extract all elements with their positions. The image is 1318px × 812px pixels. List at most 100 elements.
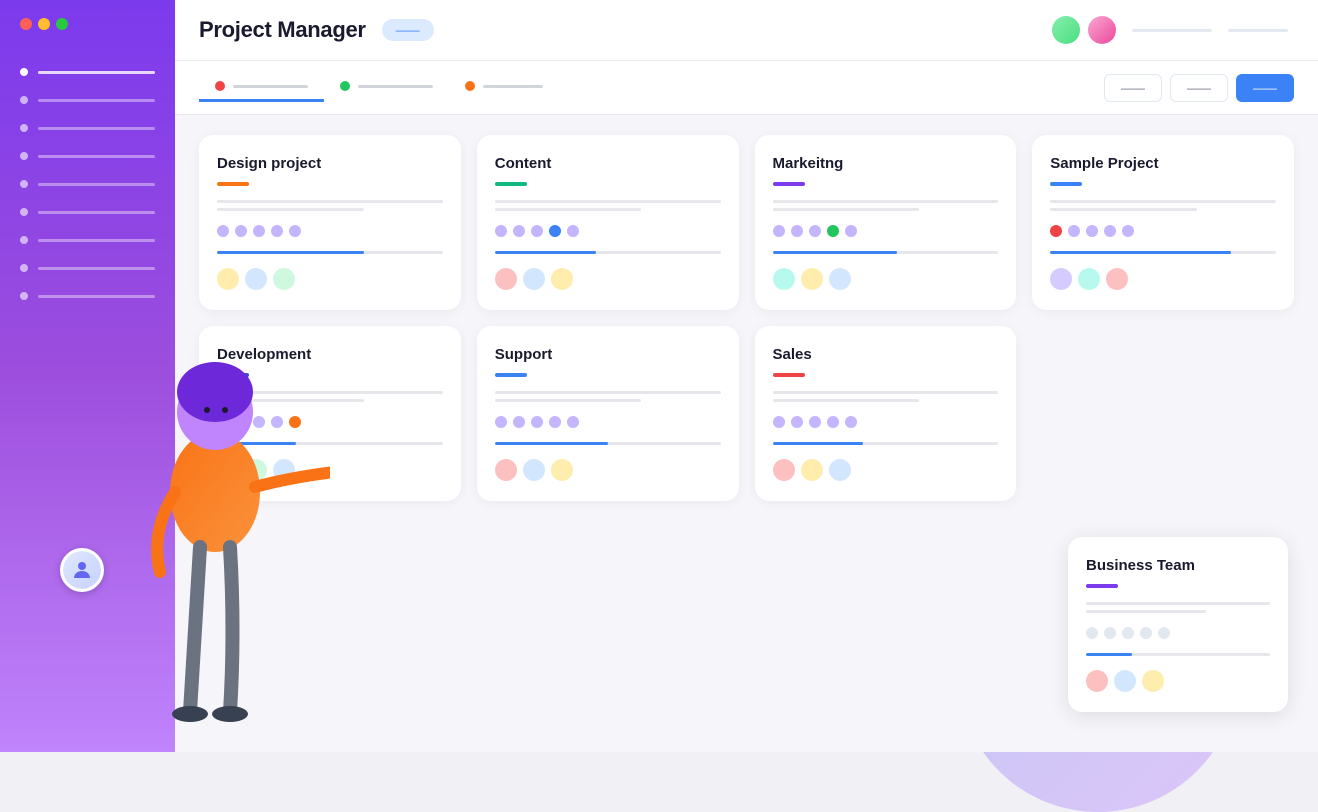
filter-tab-active[interactable]	[324, 73, 449, 102]
sidebar-item-4[interactable]	[0, 142, 175, 170]
member-dot	[809, 225, 821, 237]
card-accent	[1050, 182, 1082, 186]
text-line	[495, 208, 642, 211]
avatar-bubble	[1114, 670, 1136, 692]
member-dot	[845, 416, 857, 428]
card-title: Sales	[773, 346, 999, 363]
filter-button-3[interactable]: ——	[1236, 74, 1294, 102]
member-dot	[1140, 627, 1152, 639]
filter-dot-green	[340, 81, 350, 91]
nav-label-line	[38, 239, 155, 242]
member-dot	[791, 225, 803, 237]
user-avatar-2[interactable]	[1088, 16, 1116, 44]
sidebar-navigation	[0, 48, 175, 320]
text-line	[495, 399, 642, 402]
title-badge[interactable]: ——	[382, 19, 434, 41]
sidebar-item-2[interactable]	[0, 86, 175, 114]
filter-tab-completed[interactable]	[449, 73, 559, 102]
topbar-line	[1132, 29, 1212, 32]
member-dot	[217, 225, 229, 237]
card-members	[1050, 225, 1276, 237]
filter-button-2[interactable]: ——	[1170, 74, 1228, 102]
text-line	[1086, 610, 1206, 613]
progress-bar	[773, 251, 999, 254]
filter-label-2	[358, 85, 433, 88]
project-card-sample[interactable]: Sample Project	[1032, 135, 1294, 310]
text-line	[773, 208, 920, 211]
text-line	[217, 208, 364, 211]
card-text-lines	[1086, 602, 1270, 613]
progress-bar	[495, 442, 721, 445]
member-dot	[567, 416, 579, 428]
avatar-bubble	[523, 268, 545, 290]
avatar-bubble	[1142, 670, 1164, 692]
window-controls	[0, 0, 175, 48]
avatar-bubble	[273, 268, 295, 290]
projects-grid: Design project C	[175, 115, 1318, 521]
card-members	[773, 225, 999, 237]
sidebar-item-8[interactable]	[0, 254, 175, 282]
avatar-bubble	[551, 459, 573, 481]
sidebar-item-1[interactable]	[0, 58, 175, 86]
project-card-design[interactable]: Design project	[199, 135, 461, 310]
member-dot	[1122, 627, 1134, 639]
nav-bullet	[20, 236, 28, 244]
text-line	[1086, 602, 1270, 605]
sidebar-item-7[interactable]	[0, 226, 175, 254]
member-dot	[495, 225, 507, 237]
sidebar-item-6[interactable]	[0, 198, 175, 226]
progress-fill	[1050, 251, 1231, 254]
nav-bullet	[20, 96, 28, 104]
user-avatar-1[interactable]	[1052, 16, 1080, 44]
card-title: Business Team	[1086, 557, 1270, 574]
nav-bullet	[20, 68, 28, 76]
card-accent	[495, 373, 527, 377]
filter-button-1[interactable]: ——	[1104, 74, 1162, 102]
member-dot-active	[549, 225, 561, 237]
member-dot	[1104, 627, 1116, 639]
member-dot	[1086, 627, 1098, 639]
floating-card-business-team[interactable]: Business Team	[1068, 537, 1288, 712]
filter-label-3	[483, 85, 543, 88]
sidebar-item-5[interactable]	[0, 170, 175, 198]
filter-dot-orange	[465, 81, 475, 91]
card-avatars	[217, 268, 443, 290]
card-accent	[495, 182, 527, 186]
nav-bullet	[20, 264, 28, 272]
text-line	[1050, 200, 1276, 203]
avatar[interactable]	[60, 548, 104, 592]
card-title: Sample Project	[1050, 155, 1276, 172]
progress-fill	[217, 251, 364, 254]
page-title: Project Manager	[199, 17, 366, 43]
nav-label-line	[38, 99, 155, 102]
avatar-bubble	[1050, 268, 1072, 290]
progress-fill	[1086, 653, 1132, 656]
nav-label-line	[38, 211, 155, 214]
avatar-bubble	[495, 459, 517, 481]
project-card-support[interactable]: Support	[477, 326, 739, 501]
window-maximize-dot[interactable]	[56, 18, 68, 30]
window-minimize-dot[interactable]	[38, 18, 50, 30]
progress-fill	[773, 442, 863, 445]
member-dot	[531, 416, 543, 428]
nav-bullet	[20, 180, 28, 188]
sidebar-item-3[interactable]	[0, 114, 175, 142]
member-dot-active	[827, 225, 839, 237]
text-line	[773, 399, 920, 402]
member-dot	[1158, 627, 1170, 639]
card-text-lines	[773, 391, 999, 402]
card-members	[217, 225, 443, 237]
nav-label-line	[38, 183, 155, 186]
window-close-dot[interactable]	[20, 18, 32, 30]
avatar-bubble	[773, 268, 795, 290]
member-dot	[513, 416, 525, 428]
project-card-marketing[interactable]: Markeitng	[755, 135, 1017, 310]
card-members	[1086, 627, 1270, 639]
filter-tab-all[interactable]	[199, 73, 324, 102]
card-accent	[217, 182, 249, 186]
card-avatars	[1086, 670, 1270, 692]
project-card-content[interactable]: Content	[477, 135, 739, 310]
member-dot	[1068, 225, 1080, 237]
project-card-sales[interactable]: Sales	[755, 326, 1017, 501]
nav-label-line	[38, 267, 155, 270]
